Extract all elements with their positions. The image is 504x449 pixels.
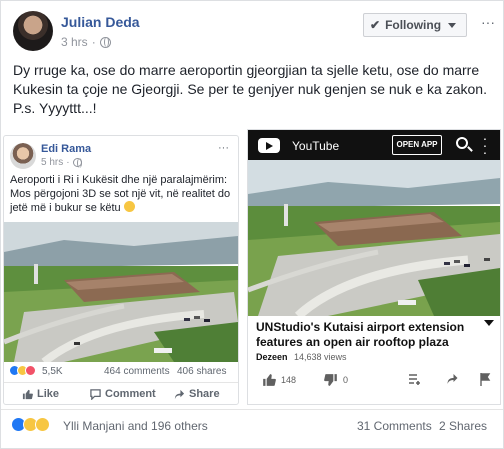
chevron-down-icon	[484, 320, 494, 326]
video-action-bar: 148 0	[248, 370, 500, 394]
thumbs-up-icon	[22, 389, 33, 399]
video-like-action: 148	[262, 373, 296, 387]
add-to-playlist-icon	[408, 373, 422, 385]
video-dislike-action: 0	[324, 373, 348, 387]
share-arrow-icon	[446, 373, 459, 385]
shared-author-avatar	[10, 143, 36, 169]
reaction-icons[interactable]	[11, 417, 50, 432]
open-app-button: OPEN APP	[392, 135, 442, 155]
youtube-app-name: YouTube	[292, 139, 340, 153]
shared-options-icon: ···	[218, 142, 229, 154]
author-name[interactable]: Julian Deda	[61, 14, 140, 30]
airport-video-thumbnail	[248, 160, 500, 316]
shares-count-link[interactable]: 2 Shares	[439, 419, 487, 433]
share-arrow-icon	[174, 389, 185, 399]
following-label: Following	[385, 18, 442, 32]
shared-share-count: 406 shares	[177, 366, 227, 377]
shared-post-meta: 5 hrs ·	[41, 157, 82, 168]
shared-action-bar: Like Comment Share	[4, 382, 238, 404]
shared-youtube-screenshot[interactable]: YouTube OPEN APP · · · UNStudio's Kutaisi …	[247, 129, 501, 405]
reaction-icons	[9, 365, 36, 376]
shared-post-text-body: Aeroporti i Ri i Kukësit dhe një paralaj…	[10, 174, 231, 214]
flag-icon	[480, 373, 491, 386]
shared-like-label: Like	[37, 388, 60, 400]
globe-icon	[72, 158, 82, 168]
following-button[interactable]: ✔ Following	[363, 13, 467, 37]
video-channel: Dezeen	[256, 352, 288, 362]
youtube-logo-icon	[258, 138, 280, 153]
more-vertical-icon: · · ·	[482, 130, 488, 160]
post-reaction-summary: Ylli Manjani and 196 others 31 Comments …	[1, 409, 503, 439]
shared-post-screenshot-left[interactable]: Edi Rama 5 hrs · ··· Aeroporti i Ri i Ku…	[3, 135, 239, 405]
separator-dot: ·	[91, 35, 96, 49]
shared-share-label: Share	[189, 388, 220, 400]
shared-comment-count: 464 comments	[104, 366, 170, 377]
shared-share-action: Share	[174, 388, 220, 400]
shared-author-name: Edi Rama	[41, 143, 92, 155]
shared-comment-label: Comment	[105, 388, 156, 400]
shared-reaction-stats: 5,5K 464 comments 406 shares	[4, 362, 238, 380]
post-time[interactable]: 3 hrs	[61, 35, 88, 49]
shared-like-action: Like	[22, 388, 59, 400]
shared-comment-action: Comment	[90, 388, 156, 400]
globe-icon[interactable]	[99, 36, 111, 48]
author-avatar[interactable]	[13, 11, 53, 51]
facebook-post: Julian Deda 3 hrs · ✔ Following ··· Dy r…	[0, 0, 504, 449]
airport-render-image	[4, 222, 238, 362]
video-title: UNStudio's Kutaisi airport extension fea…	[256, 320, 465, 349]
comment-icon	[90, 388, 101, 400]
check-icon: ✔	[370, 18, 381, 32]
search-icon	[456, 137, 468, 149]
separator-dot: ·	[66, 157, 70, 168]
video-like-count: 148	[281, 375, 297, 385]
chevron-down-icon	[448, 22, 457, 28]
post-text: Dy rruge ka, ose do marre aeroportin gje…	[13, 62, 487, 116]
shared-reaction-count: 5,5K	[42, 366, 63, 377]
reactors-link[interactable]: Ylli Manjani and 196 others	[63, 419, 208, 433]
smile-emoji-icon	[123, 201, 135, 212]
video-dislike-count: 0	[343, 375, 349, 385]
shared-post-time: 5 hrs	[41, 157, 64, 168]
post-options-button[interactable]: ···	[479, 15, 497, 33]
thumbs-up-icon	[263, 374, 276, 386]
wow-reaction-icon	[35, 417, 50, 432]
shared-post-text: Aeroporti i Ri i Kukësit dhe një paralaj…	[10, 173, 236, 215]
thumbs-down-icon	[324, 374, 337, 386]
love-reaction-icon	[25, 365, 36, 376]
video-views: 14,638 views	[294, 352, 347, 362]
youtube-app-bar: YouTube OPEN APP · · ·	[248, 130, 500, 160]
comments-count-link[interactable]: 31 Comments	[357, 419, 432, 433]
post-meta: 3 hrs ·	[61, 35, 111, 49]
